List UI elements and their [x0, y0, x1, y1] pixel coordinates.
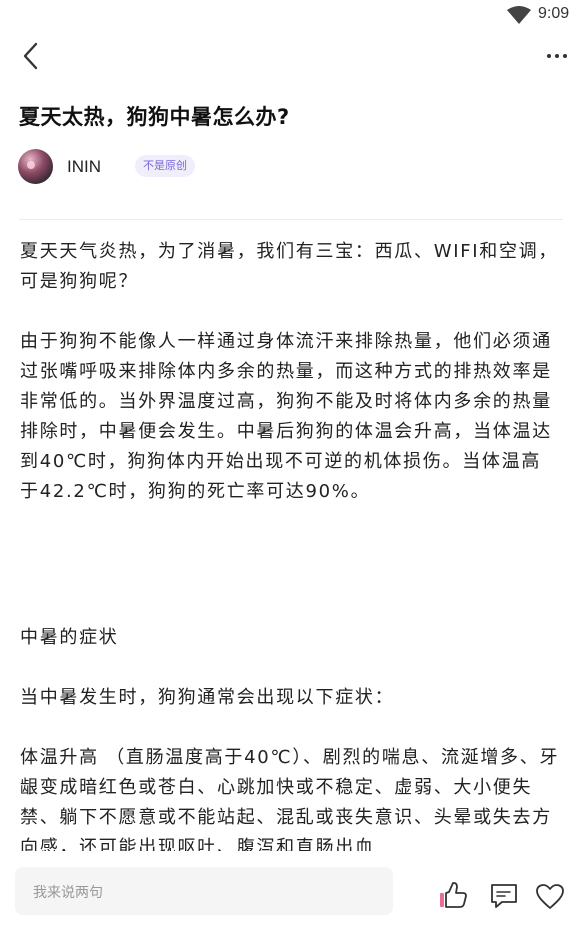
bottom-bar: 我来说两句 [0, 852, 581, 930]
avatar[interactable] [18, 149, 53, 184]
paragraph: 由于狗狗不能像人一样通过身体流汗来排除热量，他们必须通过张嘴呼吸来排除体内多余的… [20, 331, 552, 502]
paragraph: 夏天天气炎热，为了消暑，我们有三宝：西瓜、WIFI和空调，可是狗狗呢？ [20, 241, 559, 292]
paragraph: 当中暑发生时，狗狗通常会出现以下症状： [20, 687, 395, 708]
section-heading: 中暑的症状 [20, 627, 119, 648]
more-horizontal-icon[interactable] [545, 44, 569, 68]
article-body: 夏天天气炎热，为了消暑，我们有三宝：西瓜、WIFI和空调，可是狗狗呢？ 由于狗狗… [20, 237, 560, 851]
comment-placeholder: 我来说两句 [33, 885, 103, 901]
article-title: 夏天太热，狗狗中暑怎么办? [19, 105, 290, 129]
source-badge: 不是原创 [135, 155, 195, 177]
status-time: 9:09 [538, 5, 570, 22]
author-row: ININ 不是原创 [18, 149, 318, 185]
comment-input[interactable]: 我来说两句 [15, 867, 393, 915]
status-bar: 9:09 [0, 0, 581, 30]
heart-icon[interactable] [535, 882, 565, 912]
comment-icon[interactable] [489, 881, 519, 911]
chevron-left-icon[interactable] [18, 40, 46, 72]
divider [19, 219, 563, 220]
wifi-icon [507, 6, 531, 24]
thumbs-up-icon[interactable] [438, 880, 468, 910]
paragraph: 体温升高 （直肠温度高于40℃）、剧烈的喘息、流涎增多、牙龈变成暗红色或苍白、心… [20, 747, 560, 851]
author-name[interactable]: ININ [67, 157, 101, 177]
